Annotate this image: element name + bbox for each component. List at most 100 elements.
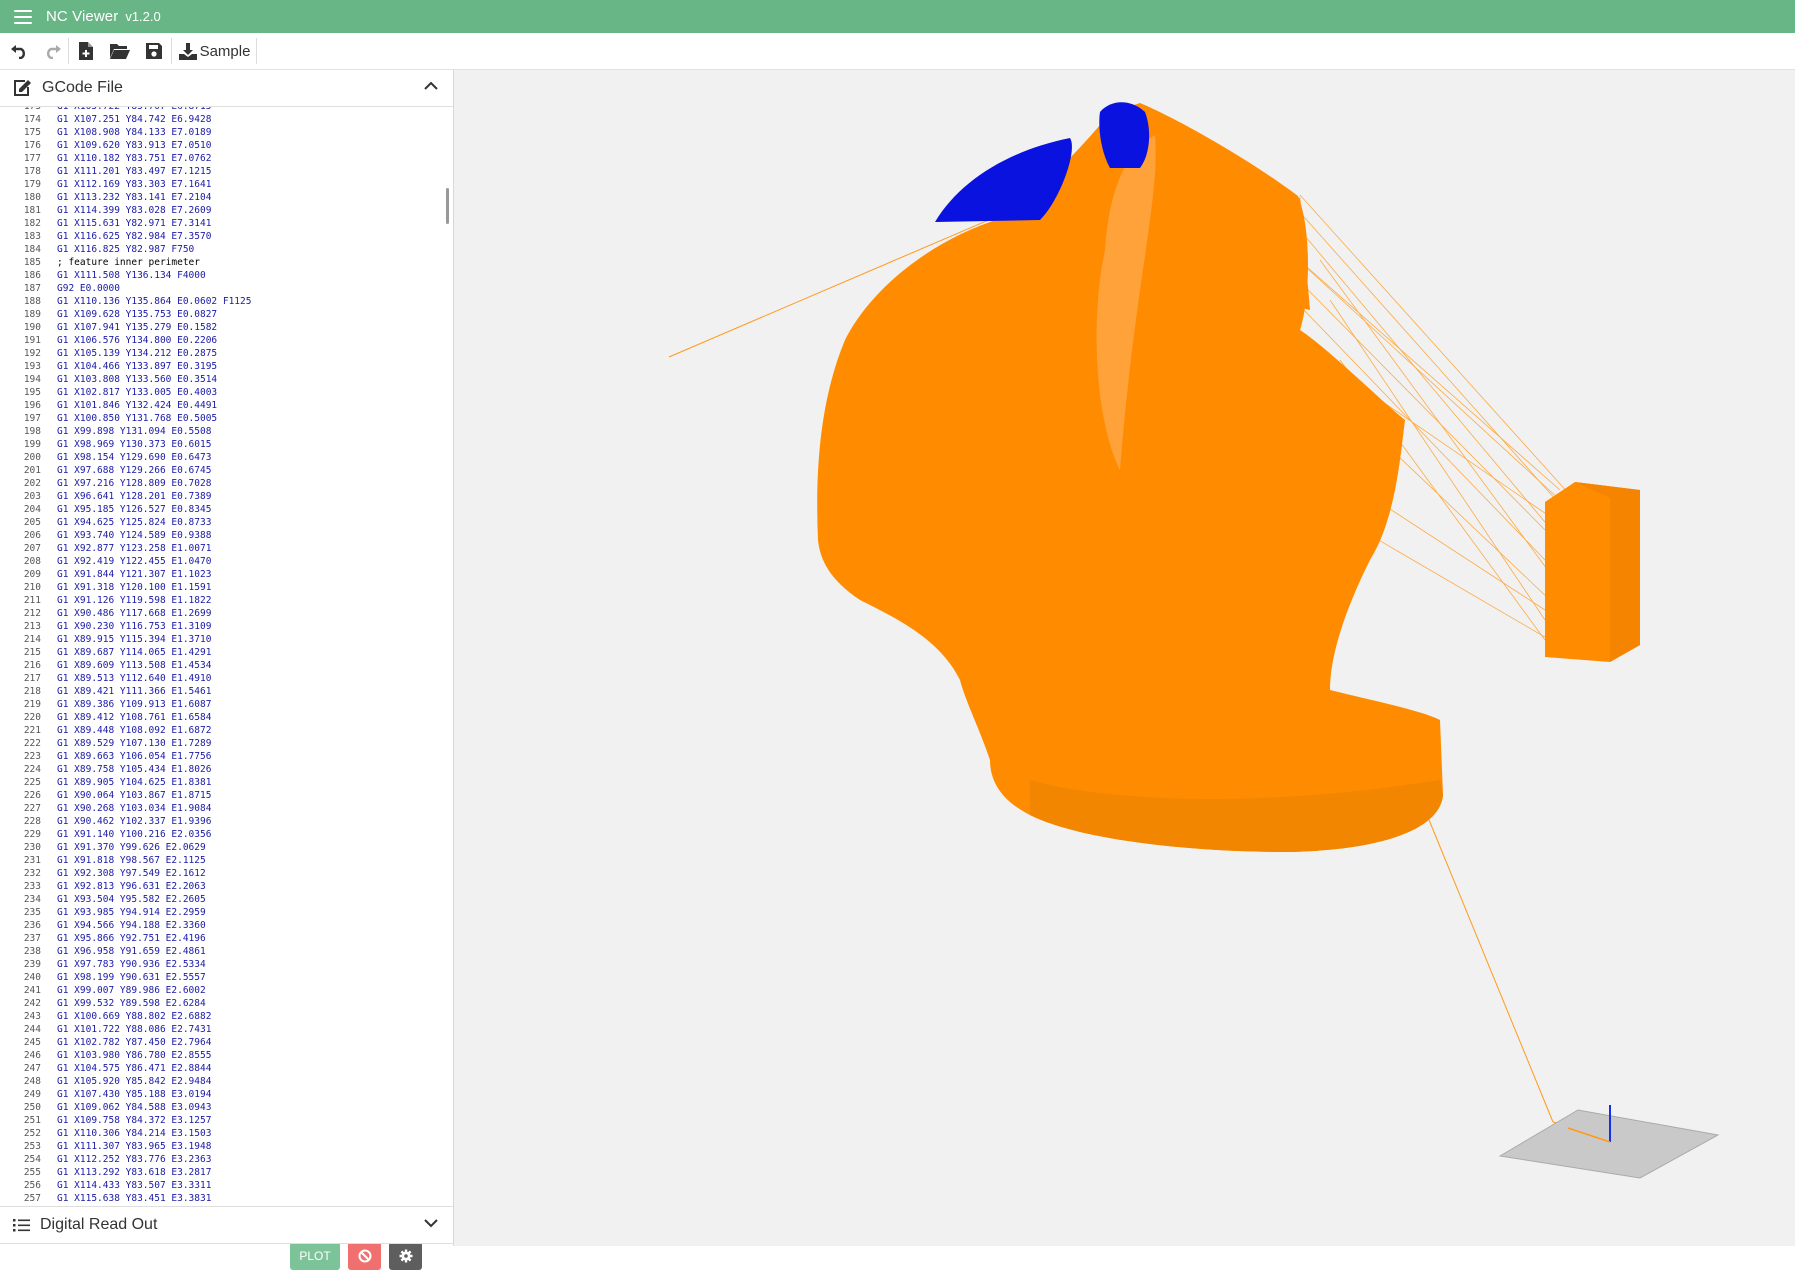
code-text: G1 X102.817 Y133.005 E0.4003	[57, 387, 218, 398]
line-number: 198	[23, 426, 41, 437]
code-text: G1 X91.844 Y121.307 E1.1023	[57, 569, 212, 580]
code-text: G1 X98.969 Y130.373 E0.6015	[57, 439, 212, 450]
line-number: 242	[23, 998, 41, 1009]
code-text: G1 X89.905 Y104.625 E1.8381	[57, 777, 212, 788]
line-number: 211	[23, 595, 41, 606]
line-number: 223	[23, 751, 41, 762]
line-number: 233	[23, 881, 41, 892]
chevron-down-icon[interactable]	[423, 1217, 439, 1229]
code-text: G1 X90.462 Y102.337 E1.9396	[57, 816, 212, 827]
code-text: G1 X92.813 Y96.631 E2.2063	[57, 881, 206, 892]
line-number: 177	[23, 153, 41, 164]
code-text: G1 X115.631 Y82.971 E7.3141	[57, 218, 212, 229]
code-text: G1 X110.182 Y83.751 E7.0762	[57, 153, 212, 164]
line-number: 229	[23, 829, 41, 840]
line-number: 214	[23, 634, 41, 645]
toolpath-canvas[interactable]	[454, 70, 1795, 1246]
line-number: 227	[23, 803, 41, 814]
line-number: 234	[23, 894, 41, 905]
line-number: 247	[23, 1063, 41, 1074]
code-text: G1 X90.268 Y103.034 E1.9084	[57, 803, 212, 814]
line-number: 221	[23, 725, 41, 736]
gcode-editor[interactable]: 173G1 X105.722 Y85.707 E6.8715174G1 X107…	[0, 107, 453, 1274]
code-text: G1 X89.529 Y107.130 E1.7289	[57, 738, 212, 749]
line-number: 212	[23, 608, 41, 619]
line-number: 241	[23, 985, 41, 996]
line-number: 232	[23, 868, 41, 879]
code-text: G1 X104.575 Y86.471 E2.8844	[57, 1063, 212, 1074]
line-number: 191	[23, 335, 41, 346]
code-text: G1 X90.486 Y117.668 E1.2699	[57, 608, 212, 619]
code-text: G1 X89.448 Y108.092 E1.6872	[57, 725, 212, 736]
small-box-part	[1545, 482, 1640, 662]
code-text: G1 X97.216 Y128.809 E0.7028	[57, 478, 212, 489]
code-text: G1 X92.308 Y97.549 E2.1612	[57, 868, 206, 879]
line-number: 209	[23, 569, 41, 580]
code-text: G1 X107.251 Y84.742 E6.9428	[57, 114, 212, 125]
code-text: G1 X97.783 Y90.936 E2.5334	[57, 959, 206, 970]
code-text: G1 X113.292 Y83.618 E3.2817	[57, 1167, 212, 1178]
app-version: v1.2.0	[125, 9, 161, 24]
line-number: 179	[23, 179, 41, 190]
plot-button[interactable]: PLOT	[290, 1242, 340, 1270]
code-text: ; feature inner perimeter	[57, 257, 200, 268]
sample-button[interactable]: Sample	[172, 36, 256, 66]
code-text: G1 X99.007 Y89.986 E2.6002	[57, 985, 206, 996]
editor-scroll-thumb[interactable]	[446, 188, 449, 224]
dro-panel-header[interactable]: Digital Read Out	[0, 1206, 453, 1244]
sample-label: Sample	[199, 42, 251, 60]
code-text: G1 X109.758 Y84.372 E3.1257	[57, 1115, 212, 1126]
redo-button[interactable]	[38, 36, 68, 66]
file-plus-icon	[79, 42, 93, 60]
line-number: 217	[23, 673, 41, 684]
code-text: G1 X114.433 Y83.507 E3.3311	[57, 1180, 212, 1191]
open-file-button[interactable]	[103, 36, 137, 66]
line-number: 189	[23, 309, 41, 320]
code-text: G1 X96.958 Y91.659 E2.4861	[57, 946, 206, 957]
code-text: G1 X113.232 Y83.141 E7.2104	[57, 192, 212, 203]
code-text: G1 X109.062 Y84.588 E3.0943	[57, 1102, 212, 1113]
undo-button[interactable]	[0, 36, 38, 66]
hamburger-icon[interactable]	[14, 6, 32, 28]
line-number: 178	[23, 166, 41, 177]
line-number: 246	[23, 1050, 41, 1061]
editor-scrollbar[interactable]	[444, 177, 451, 1274]
code-text: G1 X92.419 Y122.455 E1.0470	[57, 556, 212, 567]
code-text: G1 X89.758 Y105.434 E1.8026	[57, 764, 212, 775]
code-text: G1 X99.532 Y89.598 E2.6284	[57, 998, 206, 1009]
code-text: G1 X111.508 Y136.134 F4000	[57, 270, 206, 281]
code-text: G1 X93.985 Y94.914 E2.2959	[57, 907, 206, 918]
line-number: 249	[23, 1089, 41, 1100]
line-number: 255	[23, 1167, 41, 1178]
gear-icon	[399, 1249, 412, 1263]
line-number: 213	[23, 621, 41, 632]
app-header: NC Viewer v1.2.0	[0, 0, 1795, 33]
line-number: 200	[23, 452, 41, 463]
line-number: 184	[23, 244, 41, 255]
stop-button[interactable]	[348, 1242, 381, 1270]
line-number: 231	[23, 855, 41, 866]
gcode-panel-header[interactable]: GCode File	[0, 70, 453, 107]
chevron-up-icon[interactable]	[423, 80, 439, 92]
toolpath-viewport[interactable]	[454, 70, 1795, 1246]
new-file-button[interactable]	[69, 36, 103, 66]
line-number: 210	[23, 582, 41, 593]
line-number: 176	[23, 140, 41, 151]
settings-button[interactable]	[389, 1242, 422, 1270]
line-number: 202	[23, 478, 41, 489]
code-text: G1 X98.199 Y90.631 E2.5557	[57, 972, 206, 983]
code-text: G1 X89.386 Y109.913 E1.6087	[57, 699, 212, 710]
line-number: 182	[23, 218, 41, 229]
code-text: G1 X100.669 Y88.802 E2.6882	[57, 1011, 212, 1022]
code-text: G1 X101.846 Y132.424 E0.4491	[57, 400, 218, 411]
line-number: 237	[23, 933, 41, 944]
gcode-panel: GCode File 173G1 X105.722 Y85.707 E6.871…	[0, 70, 454, 1270]
code-text: G1 X91.140 Y100.216 E2.0356	[57, 829, 212, 840]
code-text: G1 X105.920 Y85.842 E2.9484	[57, 1076, 212, 1087]
code-text: G1 X109.628 Y135.753 E0.0827	[57, 309, 218, 320]
save-button[interactable]	[137, 36, 171, 66]
code-text: G1 X97.688 Y129.266 E0.6745	[57, 465, 212, 476]
line-number: 195	[23, 387, 41, 398]
line-number: 253	[23, 1141, 41, 1152]
line-number: 235	[23, 907, 41, 918]
